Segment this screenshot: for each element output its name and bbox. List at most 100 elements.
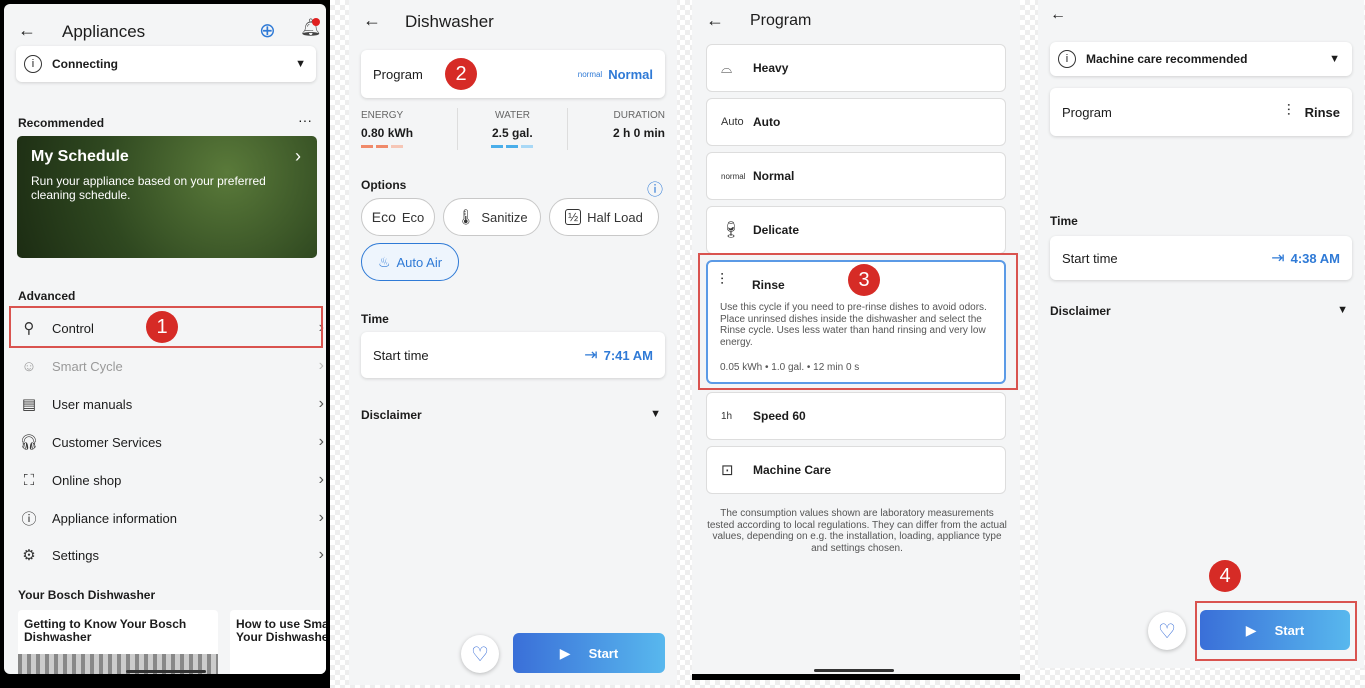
start-time-selector[interactable]: Start time ⇥ 4:38 AM <box>1050 236 1352 280</box>
chevron-right-icon: › <box>318 395 324 412</box>
program-speed-60[interactable]: 1h Speed 60 <box>706 392 1006 440</box>
duration-label: DURATION <box>613 110 665 121</box>
back-arrow-icon[interactable]: ← <box>363 10 381 31</box>
connecting-dropdown[interactable]: i Connecting ▼ <box>16 46 316 82</box>
chevron-right-icon: › <box>318 433 324 450</box>
bag-icon: ⛶ <box>23 471 35 489</box>
info-icon: ⓘ <box>21 510 37 528</box>
options-heading: Options <box>361 178 407 192</box>
schedule-title: My Schedule <box>31 148 129 165</box>
water-meter <box>491 145 533 148</box>
program-machine-care[interactable]: ⊡ Machine Care <box>706 446 1006 494</box>
chevron-right-icon: › <box>318 546 324 563</box>
auto-air-icon: ♨ <box>377 253 391 270</box>
play-icon: ▶ <box>559 644 571 661</box>
time-arrow-icon: ⇥ <box>1271 250 1285 267</box>
disclaimer-heading: Disclaimer <box>361 408 422 422</box>
program-auto[interactable]: Auto Auto <box>706 98 1006 146</box>
option-auto-air[interactable]: ♨ Auto Air <box>361 243 459 281</box>
home-indicator <box>814 669 894 672</box>
program-label: Program <box>1062 104 1112 120</box>
duration-value: 2 h 0 min <box>612 126 665 140</box>
stopwatch-icon: 1h <box>721 410 733 422</box>
water-label: WATER <box>495 110 530 121</box>
start-time-label: Start time <box>1062 250 1118 266</box>
info-icon[interactable]: ⓘ <box>647 176 663 200</box>
program-delicate[interactable]: 🍷︎ Delicate <box>706 206 1006 254</box>
time-arrow-icon: ⇥ <box>584 347 598 364</box>
start-time-value: 7:41 AM <box>603 347 653 363</box>
back-arrow-icon[interactable]: ← <box>706 10 724 31</box>
info-icon: i <box>24 55 42 73</box>
page-title: Appliances <box>62 22 146 41</box>
start-button[interactable]: ▶ Start <box>513 633 665 673</box>
program-selector[interactable]: Program ⫶ Rinse <box>1050 88 1352 136</box>
energy-value: 0.80 kWh <box>361 126 414 140</box>
panel-appliances: ← Appliances ⊕ 🔔︎ i Connecting ▼ Recomme… <box>0 0 330 688</box>
add-icon[interactable]: ⊕ <box>259 18 276 43</box>
connecting-label: Connecting <box>52 57 118 71</box>
normal-icon: normal <box>721 171 746 181</box>
favorite-heart-icon[interactable]: ♡ <box>461 635 499 673</box>
step-badge: 1 <box>146 311 178 343</box>
my-schedule-card[interactable]: My Schedule › Run your appliance based o… <box>17 136 317 258</box>
program-normal[interactable]: normal Normal <box>706 152 1006 200</box>
page-title: Dishwasher <box>405 12 494 31</box>
chevron-right-icon: › <box>295 146 301 166</box>
start-time-label: Start time <box>373 347 429 363</box>
chevron-right-icon: › <box>318 357 324 374</box>
article-card[interactable]: Getting to Know Your Bosch Dishwasher <box>18 610 218 674</box>
more-icon[interactable]: ··· <box>298 112 312 128</box>
start-time-value: 4:38 AM <box>1290 250 1340 266</box>
machine-care-dropdown[interactable]: i Machine care recommended ▼ <box>1050 42 1352 76</box>
your-dishwasher-heading: Your Bosch Dishwasher <box>18 588 156 602</box>
article-title: How to use Sma Your Dishwashe <box>236 617 326 644</box>
menu-item-online-shop[interactable]: ⛶ Online shop › <box>18 462 324 498</box>
program-selector[interactable]: Program normal Normal <box>361 50 665 98</box>
chevron-down-icon: ▼ <box>1329 53 1340 65</box>
wine-glass-icon: 🍷︎ <box>721 222 742 239</box>
disclaimer-heading: Disclaimer <box>1050 304 1111 318</box>
panel-dishwasher: ← Dishwasher Program normal Normal 2 ENE… <box>349 0 677 685</box>
menu-item-user-manuals[interactable]: ▤ User manuals › <box>18 386 324 422</box>
notification-dot <box>312 18 320 26</box>
chevron-down-icon: ▼ <box>295 58 306 70</box>
program-heavy[interactable]: ⌓ Heavy <box>706 44 1006 92</box>
time-heading: Time <box>361 312 389 326</box>
divider <box>457 108 458 150</box>
menu-item-settings[interactable]: ⚙ Settings › <box>18 537 324 573</box>
water-value: 2.5 gal. <box>492 126 533 140</box>
favorite-heart-icon[interactable]: ♡ <box>1148 612 1186 650</box>
menu-item-smart-cycle[interactable]: ☺ Smart Cycle › <box>18 348 324 384</box>
info-icon: i <box>1058 50 1076 68</box>
manual-icon: ▤ <box>21 396 37 413</box>
schedule-description: Run your appliance based on your preferr… <box>31 174 266 202</box>
chevron-right-icon: › <box>318 471 324 488</box>
menu-item-customer-services[interactable]: 🎧︎ Customer Services › <box>18 424 324 460</box>
sanitize-icon: 🌡︎ <box>456 209 476 226</box>
step-badge: 3 <box>848 264 880 296</box>
article-title: Getting to Know Your Bosch Dishwasher <box>24 617 187 644</box>
gear-icon: ⚙ <box>22 547 36 564</box>
step-badge: 2 <box>445 58 477 90</box>
option-eco[interactable]: Eco Eco <box>361 198 435 236</box>
page-title: Program <box>750 12 812 29</box>
back-arrow-icon[interactable]: ← <box>18 20 36 41</box>
chevron-down-icon[interactable]: ▼ <box>650 408 661 420</box>
recommended-heading: Recommended <box>18 116 105 130</box>
highlight-box <box>1195 601 1357 661</box>
advanced-heading: Advanced <box>18 289 76 303</box>
heavy-icon: ⌓ <box>721 59 733 76</box>
menu-item-appliance-information[interactable]: ⓘ Appliance information › <box>18 500 324 536</box>
start-time-selector[interactable]: Start time ⇥ 7:41 AM <box>361 332 665 378</box>
chevron-down-icon[interactable]: ▼ <box>1337 304 1348 316</box>
machine-care-icon: ⊡ <box>721 462 734 479</box>
headset-icon: 🎧︎ <box>19 434 39 451</box>
option-sanitize[interactable]: 🌡︎ Sanitize <box>443 198 541 236</box>
panel-rinse-start: ← i Machine care recommended ▼ Program ⫶… <box>1038 0 1364 668</box>
machine-care-label: Machine care recommended <box>1086 52 1248 66</box>
article-card[interactable]: How to use Sma Your Dishwashe <box>230 610 326 674</box>
option-half-load[interactable]: ½ Half Load <box>549 198 659 236</box>
energy-label: ENERGY <box>361 110 404 121</box>
back-arrow-icon[interactable]: ← <box>1050 6 1066 24</box>
